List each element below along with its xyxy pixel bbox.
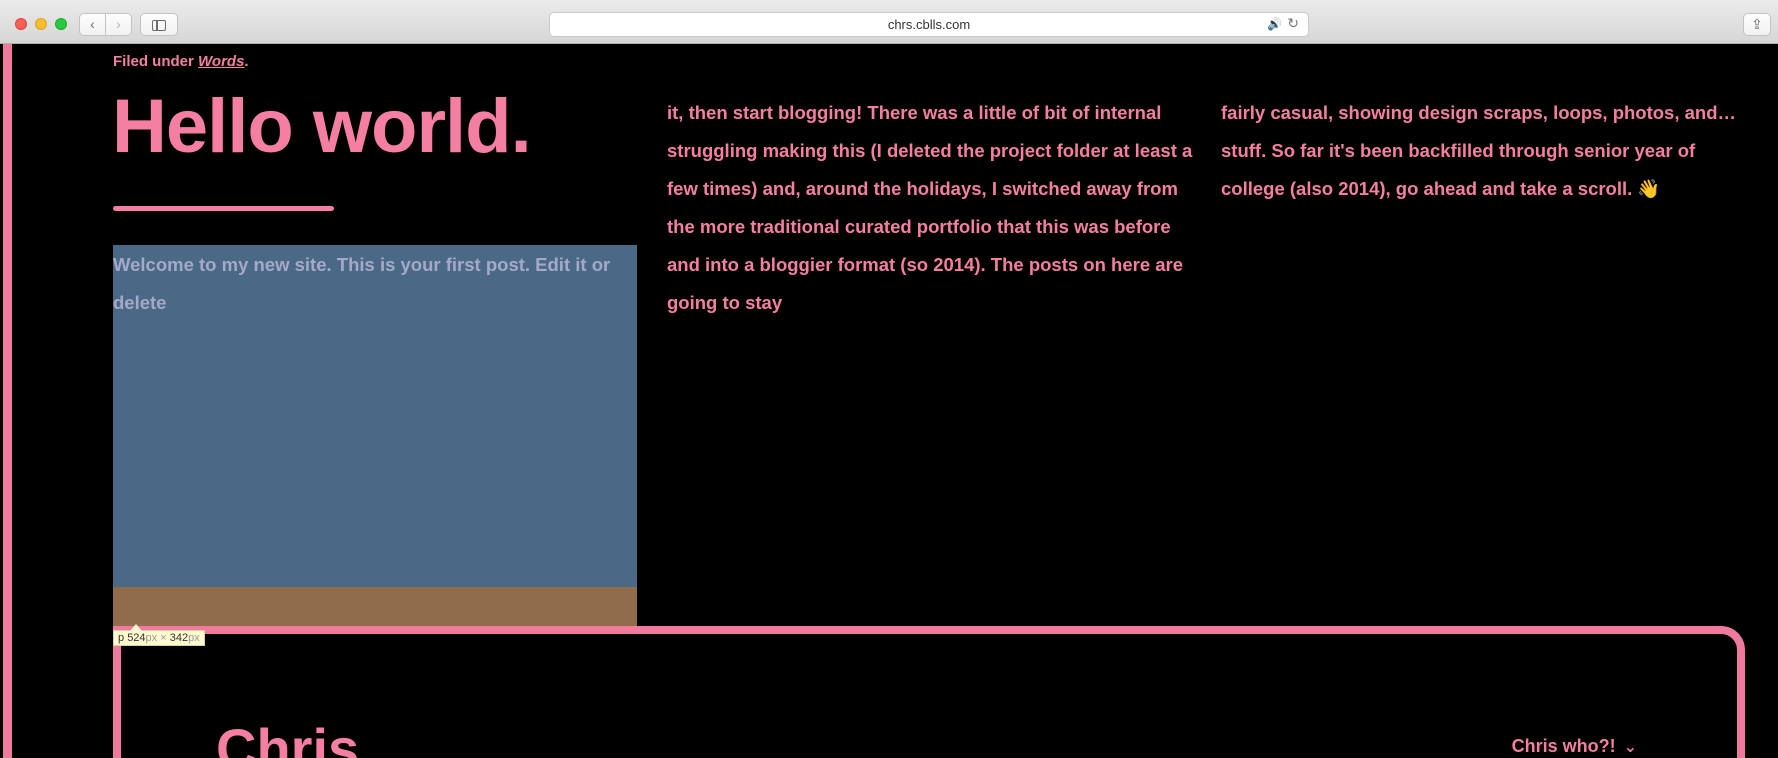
post-body-column-3: fairly casual, showing design scraps, lo…: [1221, 102, 1737, 199]
browser-toolbar: ‹ › chrs.cblls.com 🔊 ↻ ⇪: [0, 0, 1778, 44]
zoom-window-icon[interactable]: [55, 18, 67, 30]
close-window-icon[interactable]: [15, 18, 27, 30]
post-title: Hello world.: [112, 84, 532, 169]
inspector-height-unit: px: [188, 632, 200, 644]
share-icon: ⇪: [1751, 16, 1763, 32]
reload-icon[interactable]: ↻: [1287, 15, 1299, 32]
inspector-size-tooltip: p 524px × 342px: [113, 624, 205, 646]
inspector-times: ×: [160, 632, 167, 644]
category-link[interactable]: Words: [198, 53, 244, 70]
share-button[interactable]: ⇪: [1743, 13, 1771, 36]
chevron-down-icon: ⌄: [1623, 739, 1637, 756]
back-button[interactable]: ‹: [79, 13, 106, 36]
filed-suffix: .: [244, 53, 249, 70]
post-body-column-1: Welcome to my new site. This is your fir…: [113, 254, 611, 313]
left-accent-stripe: [3, 44, 12, 758]
back-icon: ‹: [90, 16, 95, 32]
bio-toggle-label: Chris who?!: [1511, 736, 1616, 756]
inspector-padding-highlight: [113, 587, 637, 626]
minimize-window-icon[interactable]: [35, 18, 47, 30]
forward-icon: ›: [116, 16, 121, 32]
inspector-width: 524: [127, 632, 146, 644]
inspector-width-unit: px: [145, 632, 158, 644]
post-body-column-2: it, then start blogging! There was a lit…: [667, 102, 1193, 313]
sidebar-icon: [152, 20, 166, 31]
forward-button[interactable]: ›: [105, 13, 132, 36]
filed-under-line: Filed under Words.: [113, 53, 249, 70]
bio-name: Chris: [216, 717, 360, 758]
sidebar-toggle-button[interactable]: [140, 13, 178, 36]
inspector-height: 342: [169, 632, 189, 644]
audio-icon[interactable]: 🔊: [1267, 17, 1282, 31]
inspector-tag: p: [118, 632, 125, 644]
filed-prefix: Filed under: [113, 53, 194, 70]
bio-card: Chris Chris who?! ⌄: [113, 626, 1745, 758]
title-underline: [113, 206, 334, 211]
bio-toggle[interactable]: Chris who?! ⌄: [1512, 736, 1637, 757]
address-bar[interactable]: chrs.cblls.com 🔊 ↻: [549, 12, 1309, 37]
url-text: chrs.cblls.com: [887, 17, 971, 32]
